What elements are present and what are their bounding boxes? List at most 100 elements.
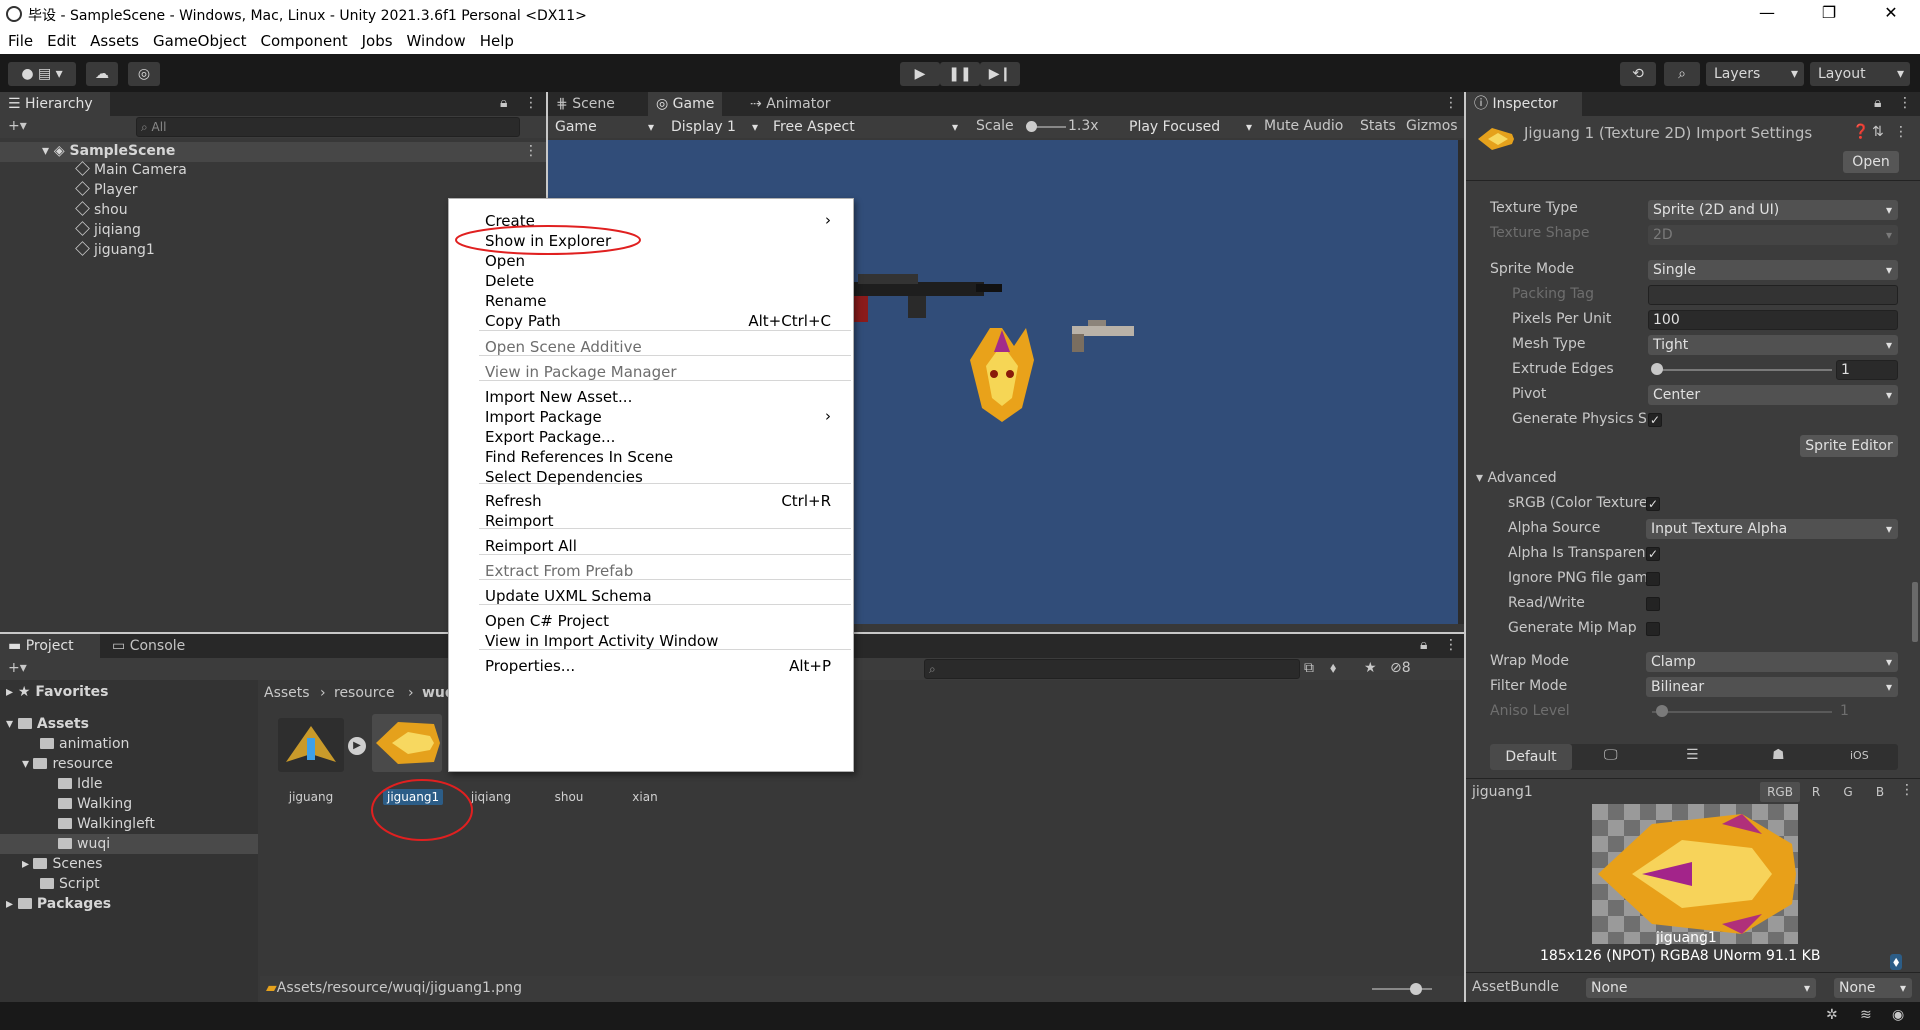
menu-item-open[interactable]: Open [449, 251, 853, 271]
tab-animator[interactable]: ⇢ Animator [742, 92, 839, 116]
assetbundle-dropdown[interactable]: None [1586, 978, 1816, 998]
lock-icon[interactable]: 🔒︎ [500, 95, 507, 111]
filter-type-icon[interactable]: ⧉ [1304, 660, 1314, 676]
project-search-input[interactable]: ⌕ [924, 659, 1300, 679]
star-icon[interactable]: ★ [1364, 660, 1377, 676]
collab-icon[interactable]: ◎ [128, 62, 160, 86]
alpha-transparency-checkbox[interactable]: ✓ [1646, 547, 1660, 561]
inspector-scrollbar[interactable] [1912, 582, 1918, 642]
menu-item-create[interactable]: Create › [449, 211, 853, 231]
add-icon[interactable]: +▾ [8, 118, 27, 134]
srgb-checkbox[interactable]: ✓ [1646, 497, 1660, 511]
menu-window[interactable]: Window [399, 28, 472, 50]
pause-button[interactable]: ❚❚ [940, 62, 980, 86]
gizmos-button[interactable]: Gizmos [1406, 118, 1458, 134]
variant-dropdown[interactable]: None [1834, 978, 1912, 998]
mipmap-checkbox[interactable] [1646, 622, 1660, 636]
cache-icon[interactable]: ≋ [1860, 1007, 1872, 1023]
tree-item-scenes[interactable]: ▸ Scenes [22, 856, 102, 872]
project-add-icon[interactable]: +▾ [8, 660, 27, 676]
menu-item-import-package[interactable]: Import Package › [449, 407, 853, 427]
preset-icon[interactable]: ⇅ [1872, 124, 1884, 140]
inspector-more-icon[interactable]: ⋮ [1898, 95, 1912, 111]
icon-size-slider-handle[interactable] [1410, 983, 1422, 995]
menu-item-delete[interactable]: Delete [449, 271, 853, 291]
tree-item-walking[interactable]: Walking [58, 796, 132, 812]
preview-more-icon[interactable]: ⋮ [1900, 782, 1914, 798]
menu-help[interactable]: Help [472, 28, 520, 50]
channel-g[interactable]: G [1836, 782, 1860, 802]
sprite-mode-dropdown[interactable]: Single [1648, 260, 1898, 280]
hierarchy-item[interactable]: jiguang1 [75, 241, 155, 258]
tree-item-resource[interactable]: ▾ resource [22, 756, 113, 772]
menu-assets[interactable]: Assets [82, 28, 145, 50]
advanced-foldout[interactable]: ▾ Advanced [1476, 470, 1557, 486]
stats-button[interactable]: Stats [1360, 118, 1396, 134]
more-icon[interactable]: ⋮ [524, 95, 538, 111]
account-button[interactable]: ● ▤ ▾ [8, 62, 76, 86]
readwrite-checkbox[interactable] [1646, 597, 1660, 611]
menu-item-import-new-asset[interactable]: Import New Asset... [449, 387, 853, 407]
asset-thumb-jiguang[interactable] [278, 718, 344, 772]
play-focused-dropdown[interactable]: Play Focused [1124, 117, 1258, 137]
mesh-type-dropdown[interactable]: Tight [1648, 335, 1898, 355]
restore-icon[interactable]: ❐ [1814, 3, 1844, 22]
sprite-editor-button[interactable]: Sprite Editor [1800, 435, 1898, 457]
status-ok-icon[interactable]: ◉ [1892, 1007, 1904, 1023]
breadcrumb-assets[interactable]: Assets [264, 685, 310, 701]
play-button[interactable]: ▶ [900, 62, 940, 86]
game-scrollbar[interactable] [1458, 140, 1464, 624]
menu-item-rename[interactable]: Rename [449, 291, 853, 311]
extrude-slider[interactable] [1652, 369, 1832, 371]
tab-scene[interactable]: ⋕ Scene [548, 92, 623, 116]
tree-item-script[interactable]: Script [40, 876, 100, 892]
tree-item-assets[interactable]: ▾ Assets [6, 716, 89, 732]
menu-item-refresh[interactable]: Refresh Ctrl+R [449, 491, 853, 511]
platform-tab-ios[interactable]: iOS [1850, 749, 1869, 762]
tree-item-idle[interactable]: Idle [58, 776, 103, 792]
label-tag-icon[interactable]: ⬧ [1890, 954, 1903, 970]
aspect-dropdown[interactable]: Free Aspect [768, 117, 964, 137]
layers-dropdown[interactable]: Layers ▾ [1706, 62, 1804, 86]
cloud-icon[interactable]: ☁ [86, 62, 118, 86]
android-icon[interactable]: ☗ [1772, 747, 1785, 763]
hierarchy-item[interactable]: Player [75, 181, 138, 198]
menu-item-find-references-in-scene[interactable]: Find References In Scene [449, 447, 853, 467]
ignore-png-checkbox[interactable] [1646, 572, 1660, 586]
menu-item-properties[interactable]: Properties... Alt+P [449, 656, 853, 676]
favorites-item[interactable]: ▸ ★ Favorites [6, 684, 109, 700]
channel-rgb[interactable]: RGB [1760, 782, 1800, 802]
tab-project[interactable]: ▬ Project [0, 634, 100, 658]
game-mode-dropdown[interactable]: Game [550, 117, 660, 137]
menu-edit[interactable]: Edit [39, 28, 82, 50]
step-button[interactable]: ▶❙ [980, 62, 1020, 86]
history-icon[interactable]: ⟲ [1620, 62, 1656, 86]
menu-item-reimport-all[interactable]: Reimport All [449, 536, 853, 556]
project-lock-icon[interactable]: 🔒︎ [1420, 637, 1427, 653]
open-button[interactable]: Open [1843, 151, 1899, 173]
menu-item-update-uxml-schema[interactable]: Update UXML Schema [449, 586, 853, 606]
display-dropdown[interactable]: Display 1 [666, 117, 764, 137]
menu-item-export-package[interactable]: Export Package... [449, 427, 853, 447]
gen-physics-checkbox[interactable]: ✓ [1648, 413, 1662, 427]
tree-item-wuqi[interactable] [0, 834, 258, 854]
menu-gameobject[interactable]: GameObject [145, 28, 253, 50]
tree-item-packages[interactable]: ▸ Packages [6, 896, 111, 912]
menu-item-view-in-import-activity-window[interactable]: View in Import Activity Window [449, 631, 853, 651]
icon-size-slider[interactable] [1372, 988, 1432, 990]
menu-item-select-dependencies[interactable]: Select Dependencies [449, 467, 853, 487]
tab-inspector[interactable]: ⓘ Inspector [1466, 92, 1582, 116]
scale-slider-handle[interactable] [1026, 121, 1037, 132]
header-more-icon[interactable]: ⋮ [1894, 124, 1908, 140]
game-more-icon[interactable]: ⋮ [1444, 95, 1458, 111]
menu-item-copy-path[interactable]: Copy Path Alt+Ctrl+C [449, 311, 853, 331]
hierarchy-search-input[interactable]: ⌕ All [136, 117, 520, 137]
hidden-packages-icon[interactable]: ⊘8 [1390, 660, 1411, 676]
filter-mode-dropdown[interactable]: Bilinear [1646, 677, 1898, 697]
extrude-slider-handle[interactable] [1651, 363, 1663, 375]
hierarchy-item[interactable]: shou [75, 201, 128, 218]
debug-icon[interactable]: ✲ [1826, 1007, 1838, 1023]
tab-console[interactable]: ▭ Console [104, 634, 193, 658]
minimize-icon[interactable]: — [1752, 3, 1782, 22]
pivot-dropdown[interactable]: Center [1648, 385, 1898, 405]
